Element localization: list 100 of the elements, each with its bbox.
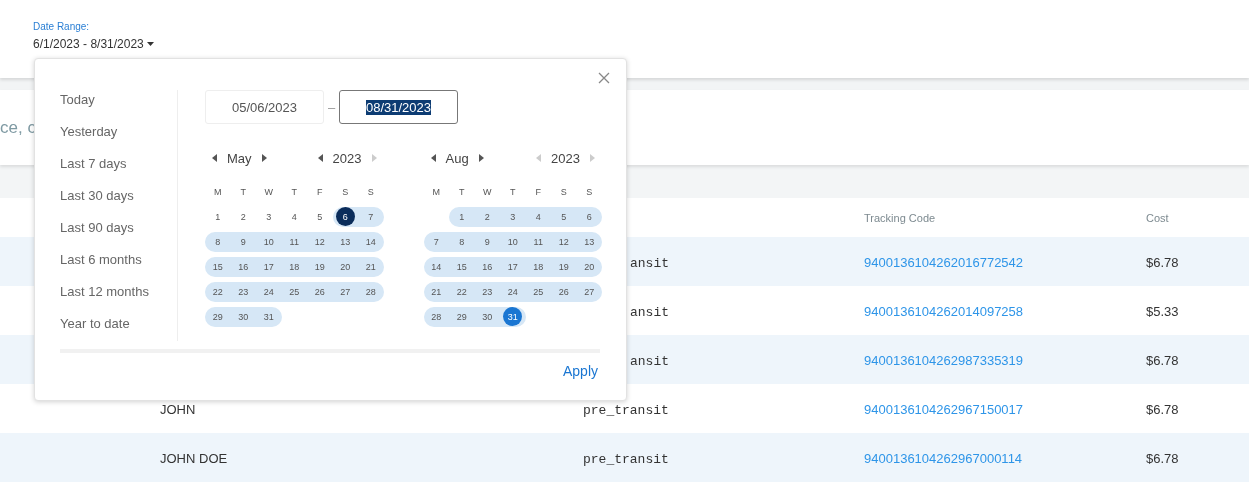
calendar-day[interactable]: 27 xyxy=(332,281,358,302)
apply-button[interactable]: Apply xyxy=(562,363,598,379)
weekday-label: T xyxy=(510,186,516,197)
calendar-day[interactable]: 2 xyxy=(474,206,500,227)
calendar-day[interactable]: 16 xyxy=(230,256,256,277)
caret-right-icon[interactable] xyxy=(478,154,484,162)
calendar-day[interactable]: 13 xyxy=(332,231,358,252)
weekday-label: F xyxy=(535,186,541,197)
calendar-day[interactable]: 11 xyxy=(281,231,307,252)
calendar-day[interactable]: 18 xyxy=(281,256,307,277)
calendar-day[interactable]: 6 xyxy=(576,206,602,227)
calendar-day[interactable]: 4 xyxy=(281,206,307,227)
calendar-day[interactable]: 31 xyxy=(500,306,526,327)
calendar-day[interactable]: 30 xyxy=(474,306,500,327)
calendar-day[interactable]: 15 xyxy=(449,256,475,277)
close-icon[interactable] xyxy=(598,72,610,84)
calendar-day[interactable]: 15 xyxy=(205,256,231,277)
calendar-day[interactable]: 28 xyxy=(423,306,449,327)
table-cell: $6.78 xyxy=(1146,254,1179,270)
date-range-dropdown[interactable]: 6/1/2023 - 8/31/2023 xyxy=(33,37,154,51)
calendar-day[interactable]: 22 xyxy=(449,281,475,302)
table-cell: pre_transit xyxy=(583,402,669,418)
calendar-day[interactable]: 17 xyxy=(500,256,526,277)
weekday-label: S xyxy=(367,186,374,197)
end-date-field[interactable]: 08/31/2023 xyxy=(339,90,458,124)
calendar-day[interactable]: 12 xyxy=(307,231,333,252)
weekday-label: T xyxy=(240,186,246,197)
calendar-day[interactable]: 22 xyxy=(205,281,231,302)
calendar-day[interactable]: 5 xyxy=(551,206,577,227)
range-separator: – xyxy=(326,99,337,115)
calendar-day[interactable]: 10 xyxy=(500,231,526,252)
calendar-day[interactable]: 19 xyxy=(307,256,333,277)
table-cell: $5.33 xyxy=(1146,303,1179,319)
preset-option[interactable]: Last 7 days xyxy=(60,154,177,173)
calendar-day[interactable]: 7 xyxy=(358,206,384,227)
calendar-day[interactable]: 19 xyxy=(551,256,577,277)
calendar-day[interactable]: 16 xyxy=(474,256,500,277)
calendar-day[interactable]: 20 xyxy=(332,256,358,277)
year-label[interactable]: 2023 xyxy=(332,150,362,166)
calendar-day[interactable]: 12 xyxy=(551,231,577,252)
preset-option[interactable]: Yesterday xyxy=(60,122,177,141)
calendar-day[interactable]: 17 xyxy=(256,256,282,277)
preset-option[interactable]: Last 6 months xyxy=(60,250,177,269)
caret-left-icon[interactable] xyxy=(317,154,323,162)
tracking-link[interactable]: 9400136104262967150017 xyxy=(864,401,1024,417)
calendar-day[interactable]: 13 xyxy=(576,231,602,252)
calendar-day[interactable]: 23 xyxy=(474,281,500,302)
calendar-day[interactable]: 27 xyxy=(576,281,602,302)
table-cell: pre_transit xyxy=(583,451,669,467)
tracking-link[interactable]: 9400136104262014097258 xyxy=(864,303,1024,319)
calendar-day[interactable]: 4 xyxy=(525,206,551,227)
calendar-day[interactable]: 21 xyxy=(358,256,384,277)
calendar-day[interactable]: 1 xyxy=(205,206,231,227)
filter-label: Date Range: xyxy=(33,21,90,32)
calendar-day[interactable]: 9 xyxy=(230,231,256,252)
start-date-field[interactable]: 05/06/2023 xyxy=(205,90,324,124)
caret-right-icon[interactable] xyxy=(261,154,267,162)
calendar-day[interactable]: 7 xyxy=(423,231,449,252)
calendar-day[interactable]: 18 xyxy=(525,256,551,277)
calendar-day[interactable]: 26 xyxy=(551,281,577,302)
calendar-day[interactable]: 3 xyxy=(500,206,526,227)
calendar-day[interactable]: 25 xyxy=(281,281,307,302)
calendar-day[interactable]: 25 xyxy=(525,281,551,302)
preset-option[interactable]: Today xyxy=(60,90,177,109)
month-label[interactable]: Aug xyxy=(445,150,469,166)
calendar-day[interactable]: 26 xyxy=(307,281,333,302)
preset-option[interactable]: Last 90 days xyxy=(60,218,177,237)
calendar-day[interactable]: 28 xyxy=(358,281,384,302)
year-label[interactable]: 2023 xyxy=(551,150,580,166)
table-cell: $6.78 xyxy=(1146,401,1179,417)
calendar-day[interactable]: 29 xyxy=(205,306,231,327)
preset-option[interactable]: Year to date xyxy=(60,314,177,333)
calendar-day[interactable]: 3 xyxy=(256,206,282,227)
caret-left-icon[interactable] xyxy=(212,154,217,162)
calendar-day[interactable]: 8 xyxy=(449,231,475,252)
calendar-day[interactable]: 8 xyxy=(205,231,231,252)
calendar-day[interactable]: 5 xyxy=(307,206,333,227)
preset-option[interactable]: Last 30 days xyxy=(60,186,177,205)
calendar-day[interactable]: 1 xyxy=(449,206,475,227)
table-cell: JOHN DOE xyxy=(160,450,228,466)
calendar-day[interactable]: 31 xyxy=(256,306,282,327)
calendar-day[interactable]: 10 xyxy=(256,231,282,252)
preset-option[interactable]: Last 12 months xyxy=(60,282,177,301)
table-cell: $6.78 xyxy=(1146,450,1179,466)
calendar-day[interactable]: 14 xyxy=(423,256,449,277)
calendar-day[interactable]: 29 xyxy=(449,306,475,327)
calendar-day[interactable]: 20 xyxy=(576,256,602,277)
calendar-day[interactable]: 21 xyxy=(423,281,449,302)
calendar-day[interactable]: 24 xyxy=(256,281,282,302)
table-cell: ansit xyxy=(630,304,669,320)
calendar-day[interactable]: 11 xyxy=(525,231,551,252)
calendar-day[interactable]: 24 xyxy=(500,281,526,302)
calendar-day[interactable]: 23 xyxy=(230,281,256,302)
month-label[interactable]: May xyxy=(227,150,252,166)
calendar-day[interactable]: 14 xyxy=(358,231,384,252)
calendar-day[interactable]: 6 xyxy=(332,206,358,227)
calendar-day[interactable]: 30 xyxy=(230,306,256,327)
caret-left-icon[interactable] xyxy=(430,154,436,162)
calendar-day[interactable]: 2 xyxy=(230,206,256,227)
calendar-day[interactable]: 9 xyxy=(474,231,500,252)
